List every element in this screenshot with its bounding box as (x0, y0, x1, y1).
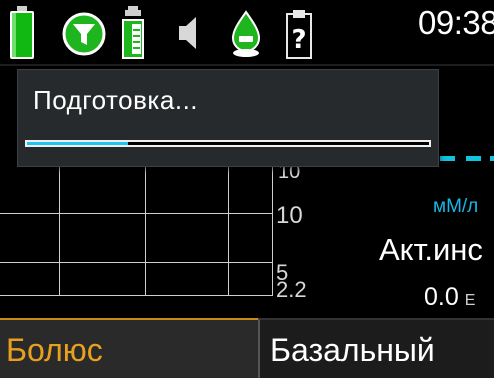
active-insulin-unit: Е (464, 292, 476, 309)
status-bar: ? 09:38 (0, 0, 494, 64)
tab-bolus-label: Болюс (6, 332, 103, 368)
grid-line (228, 158, 229, 296)
glucose-unit-label: мМ/л (433, 196, 479, 217)
tab-bolus[interactable]: Болюс (0, 318, 258, 378)
grid-line (0, 213, 272, 214)
y-axis-label: 2.2 (276, 277, 307, 302)
bottom-tab-bar: Болюс Базальный (0, 318, 494, 378)
alarm-filter-icon (62, 12, 106, 56)
battery-icon (10, 6, 34, 59)
tab-basal-label: Базальный (270, 332, 435, 368)
dialog-title: Подготовка... (33, 85, 199, 115)
progress-bar-fill (27, 142, 128, 145)
active-insulin-amount: 0.0 (424, 283, 459, 311)
grid-line (0, 295, 272, 296)
active-insulin-value: 0.0 Е (424, 283, 475, 312)
progress-bar (25, 140, 431, 147)
clock-time: 09:38 (418, 4, 494, 41)
active-insulin-label: Акт.инс (379, 232, 483, 267)
help-clipboard-icon: ? (286, 10, 312, 59)
sensor-icon (231, 10, 261, 57)
preparing-dialog: Подготовка... (17, 69, 439, 167)
sound-muted-icon (179, 17, 196, 49)
reservoir-icon (122, 6, 144, 59)
tab-basal[interactable]: Базальный (258, 318, 494, 378)
grid-line (59, 158, 60, 296)
pump-screen: ? 09:38 10 10 5 2.2 мМ/л Акт.инс 0.0 Е По… (0, 0, 494, 378)
target-range-dash (466, 156, 481, 161)
target-range-dash (490, 156, 494, 161)
target-range-dash (440, 156, 455, 161)
grid-line (145, 158, 146, 296)
y-axis-label: 10 (276, 202, 303, 229)
grid-line (272, 158, 273, 296)
svg-text:?: ? (291, 25, 306, 55)
grid-line (0, 262, 272, 263)
